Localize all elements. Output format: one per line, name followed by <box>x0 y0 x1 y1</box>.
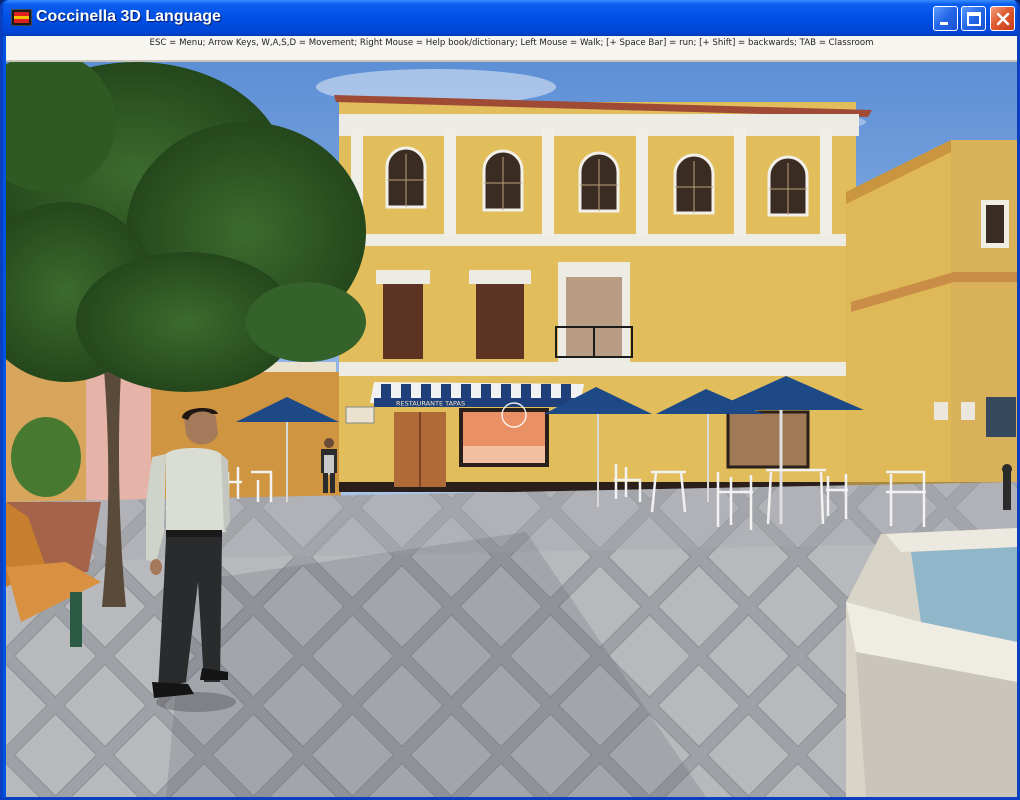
game-viewport[interactable]: RESTAURANTE TAPAS <box>6 62 1017 797</box>
controls-help-text: ESC = Menu; Arrow Keys, W,A,S,D = Moveme… <box>149 38 874 48</box>
app-flag-icon <box>11 9 32 26</box>
maximize-button[interactable] <box>961 6 986 31</box>
controls-help-bar: ESC = Menu; Arrow Keys, W,A,S,D = Moveme… <box>6 36 1017 62</box>
window-title: Coccinella 3D Language <box>36 8 221 25</box>
restaurant-sign: RESTAURANTE TAPAS <box>396 400 465 408</box>
right-building <box>846 140 1017 494</box>
title-bar[interactable]: Coccinella 3D Language <box>3 0 1017 36</box>
maximize-icon <box>967 12 981 26</box>
close-button[interactable] <box>990 6 1015 31</box>
plaza-scene[interactable]: RESTAURANTE TAPAS <box>6 62 1017 797</box>
minimize-button[interactable] <box>933 6 958 31</box>
app-window: Coccinella 3D Language ESC = Menu; Arrow… <box>0 0 1020 800</box>
restaurant-awning: RESTAURANTE TAPAS <box>370 382 584 408</box>
minimize-icon <box>940 22 948 25</box>
close-icon <box>996 12 1010 26</box>
stone-fountain <box>846 528 1017 797</box>
main-building: RESTAURANTE TAPAS <box>334 95 872 492</box>
